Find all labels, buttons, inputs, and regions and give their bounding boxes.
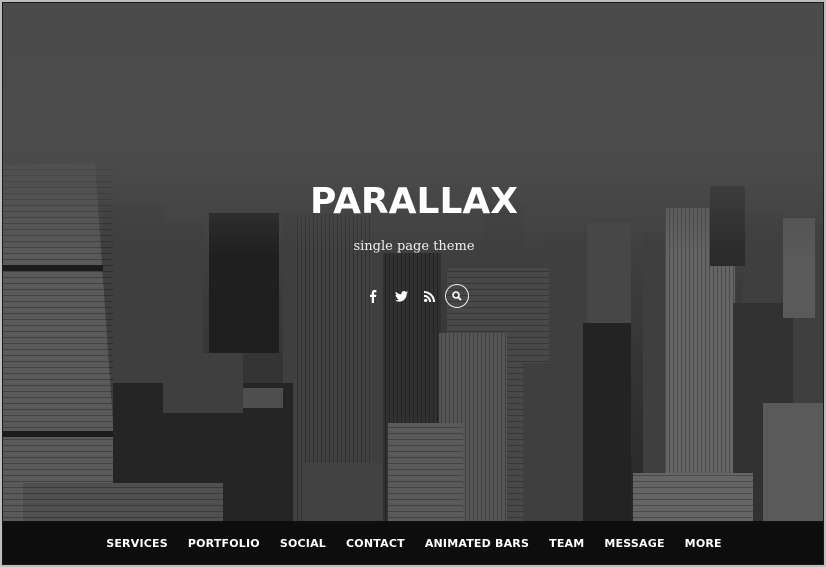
facebook-link[interactable] bbox=[359, 284, 387, 308]
nav-item-team[interactable]: TEAM bbox=[549, 537, 584, 550]
search-icon bbox=[452, 291, 462, 301]
nav-item-contact[interactable]: CONTACT bbox=[346, 537, 405, 550]
twitter-icon bbox=[394, 290, 408, 302]
rss-icon bbox=[423, 290, 435, 302]
nav-item-animated-bars[interactable]: ANIMATED BARS bbox=[425, 537, 529, 550]
nav-item-social[interactable]: SOCIAL bbox=[280, 537, 326, 550]
twitter-link[interactable] bbox=[387, 284, 415, 308]
nav-item-more[interactable]: MORE bbox=[685, 537, 722, 550]
nav-item-services[interactable]: SERVICES bbox=[106, 537, 168, 550]
hero-subtitle: single page theme bbox=[353, 239, 475, 254]
main-navigation: SERVICES PORTFOLIO SOCIAL CONTACT ANIMAT… bbox=[3, 521, 823, 564]
nav-item-message[interactable]: MESSAGE bbox=[604, 537, 664, 550]
social-links bbox=[3, 284, 823, 308]
rss-link[interactable] bbox=[415, 284, 443, 308]
hero-section: PARALLAX single page theme SERVICES PORT… bbox=[2, 2, 824, 565]
search-button[interactable] bbox=[445, 284, 469, 308]
nav-item-portfolio[interactable]: PORTFOLIO bbox=[188, 537, 260, 550]
hero-title: PARALLAX bbox=[309, 181, 519, 222]
facebook-icon bbox=[370, 289, 377, 303]
